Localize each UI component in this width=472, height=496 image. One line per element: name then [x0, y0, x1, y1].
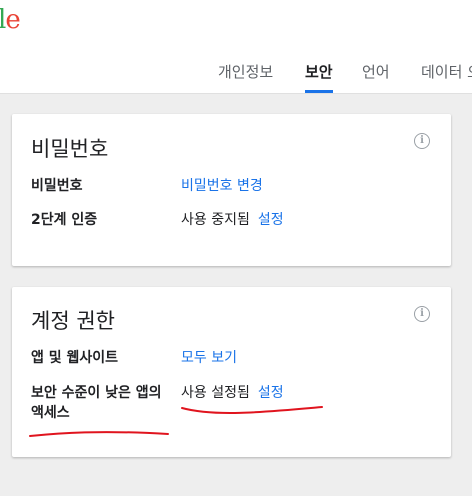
- change-password-link[interactable]: 비밀번호 변경: [181, 178, 263, 194]
- password-label: 비밀번호: [31, 178, 83, 194]
- password-card: 비밀번호 i 비밀번호 비밀번호 변경 2단계 인증 사용 중지됨 설정: [12, 114, 451, 266]
- apps-websites-label: 앱 및 웹사이트: [31, 350, 119, 366]
- tab-personal-info[interactable]: 개인정보: [218, 60, 273, 93]
- top-header: le 개인정보 보안 언어 데이터 오: [0, 0, 472, 94]
- two-step-label: 2단계 인증: [31, 212, 98, 228]
- apps-websites-value: 모두 보기: [181, 348, 237, 368]
- logo-letter-e: e: [5, 5, 20, 35]
- google-logo-fragment[interactable]: le: [0, 4, 21, 36]
- less-secure-apps-label: 보안 수준이 낮은 앱의 액세스: [31, 385, 162, 421]
- card-title-password: 비밀번호: [31, 137, 109, 161]
- password-value: 비밀번호 변경: [181, 176, 263, 196]
- less-secure-apps-status: 사용 설정됨: [181, 385, 250, 401]
- two-step-settings-link[interactable]: 설정: [258, 212, 284, 228]
- two-step-value: 사용 중지됨 설정: [181, 210, 284, 230]
- tab-security[interactable]: 보안: [305, 60, 333, 93]
- card-title-account-permissions: 계정 권한: [31, 309, 115, 333]
- tab-language[interactable]: 언어: [362, 60, 390, 93]
- tab-data[interactable]: 데이터 오: [421, 60, 472, 93]
- less-secure-apps-value: 사용 설정됨 설정: [181, 383, 284, 403]
- two-step-status: 사용 중지됨: [181, 212, 250, 228]
- less-secure-apps-settings-link[interactable]: 설정: [258, 385, 284, 401]
- info-icon[interactable]: i: [414, 133, 430, 149]
- view-all-link[interactable]: 모두 보기: [181, 350, 237, 366]
- account-permissions-card: 계정 권한 i 앱 및 웹사이트 모두 보기 보안 수준이 낮은 앱의 액세스 …: [12, 287, 451, 457]
- info-icon[interactable]: i: [414, 306, 430, 322]
